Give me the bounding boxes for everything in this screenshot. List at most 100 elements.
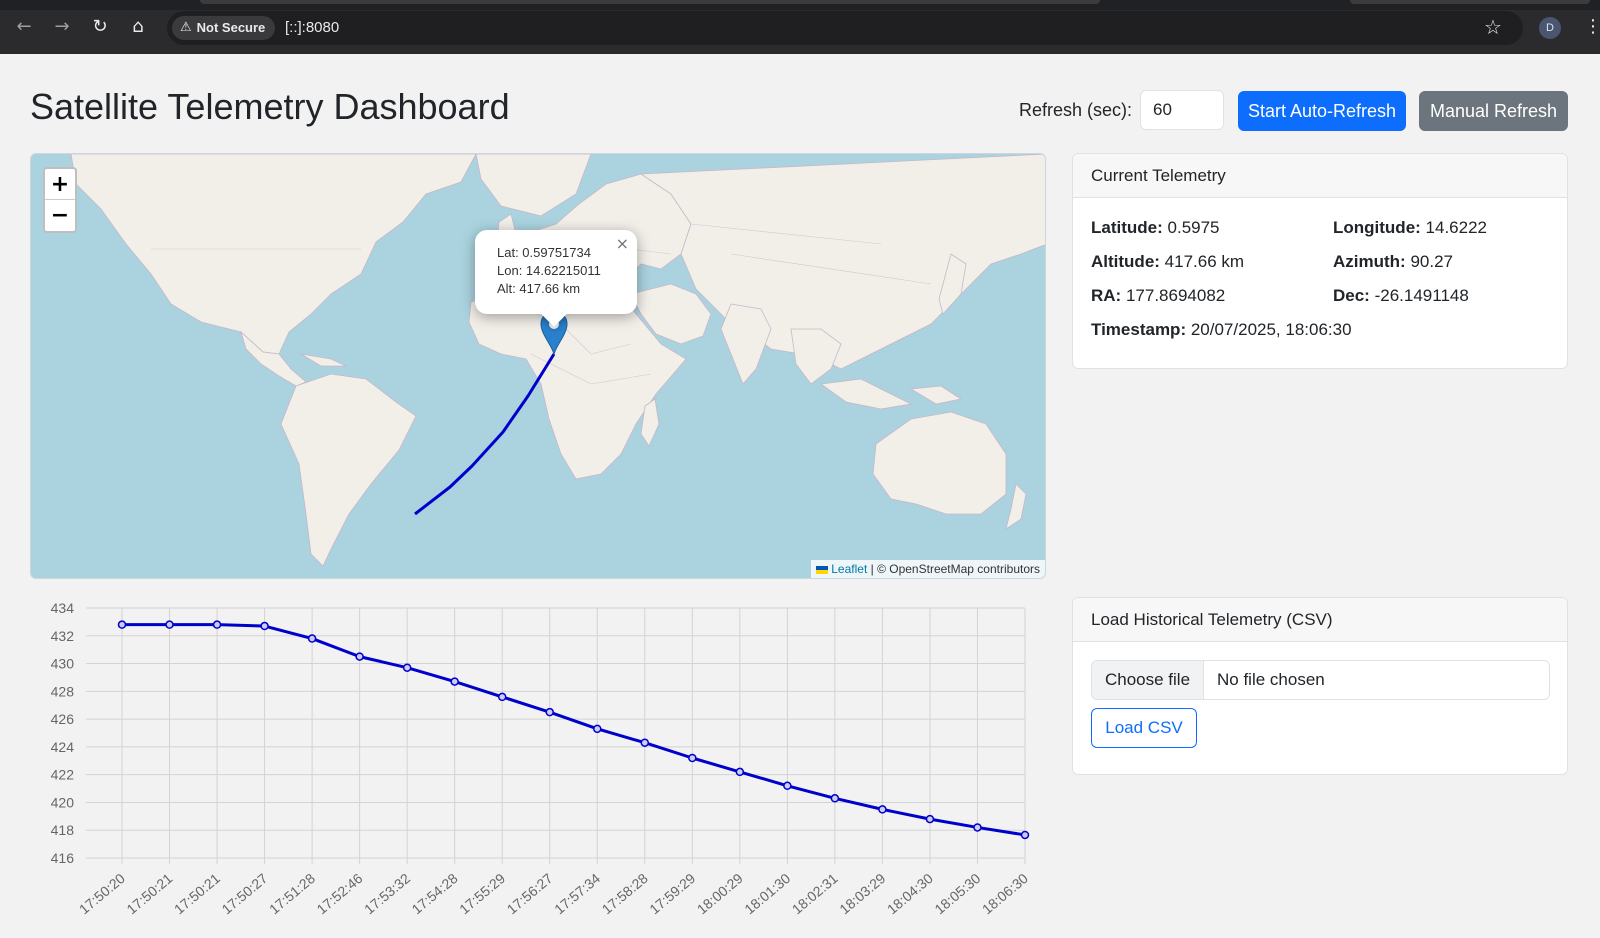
data-point <box>783 781 792 791</box>
choose-file-button[interactable]: Choose file <box>1092 661 1204 699</box>
x-tick-label: 18:04:30 <box>884 870 936 917</box>
data-point <box>830 794 840 803</box>
security-label: Not Secure <box>196 20 266 35</box>
azimuth-label: Azimuth: <box>1333 252 1406 271</box>
data-point <box>640 738 650 747</box>
dec-field: Dec: -26.1491148 <box>1333 286 1469 306</box>
satellite-map[interactable]: + − × Lat: 0.59751734 Lon: 14.62215011 A… <box>30 153 1046 579</box>
manual-refresh-button[interactable]: Manual Refresh <box>1419 91 1568 131</box>
x-tick-label: 17:59:29 <box>646 870 698 917</box>
x-tick-label: 17:55:29 <box>456 870 508 917</box>
data-point <box>165 620 174 629</box>
ra-field: RA: 177.8694082 <box>1091 286 1225 306</box>
latitude-label: Latitude: <box>1091 218 1163 237</box>
x-tick-label: 17:53:32 <box>361 870 413 917</box>
timestamp-value: 20/07/2025, 18:06:30 <box>1190 320 1352 339</box>
address-bar[interactable]: ⚠ Not Secure [::]:8080 ☆ <box>167 11 1523 45</box>
x-tick-label: 17:56:27 <box>504 870 556 917</box>
altitude-chart-svg: 434432430428426424422420418416 17:50:201… <box>51 600 1031 917</box>
data-point <box>878 805 887 814</box>
data-point <box>545 707 554 717</box>
refresh-interval-input[interactable] <box>1140 90 1224 130</box>
x-tick-label: 18:03:29 <box>836 870 888 917</box>
data-point <box>212 620 222 629</box>
map-attribution: Leaflet | © OpenStreetMap contributors <box>811 560 1045 578</box>
timestamp-label: Timestamp: <box>1091 320 1187 339</box>
leaflet-link[interactable]: Leaflet <box>831 562 867 576</box>
x-tick-label: 17:52:46 <box>314 870 366 917</box>
longitude-field: Longitude: 14.6222 <box>1333 218 1487 238</box>
y-tick-label: 426 <box>51 711 75 727</box>
current-telemetry-card: Current Telemetry Latitude: 0.5975 Longi… <box>1072 153 1568 369</box>
x-tick-label: 17:50:21 <box>171 870 223 917</box>
refresh-label: Refresh (sec): <box>1019 100 1133 120</box>
zoom-control: + − <box>43 167 77 233</box>
x-tick-label: 18:00:29 <box>694 870 746 917</box>
dec-label: Dec: <box>1333 286 1370 305</box>
dec-value: -26.1491148 <box>1374 286 1469 305</box>
zoom-in-button[interactable]: + <box>45 169 75 200</box>
browser-toolbar: ← → ↻ ⌂ ⚠ Not Secure [::]:8080 ☆ D ⋮ <box>0 0 1600 54</box>
warning-icon: ⚠ <box>180 20 192 35</box>
load-csv-button[interactable]: Load CSV <box>1091 708 1197 748</box>
y-tick-label: 432 <box>51 628 75 644</box>
latitude-field: Latitude: 0.5975 <box>1091 218 1220 238</box>
kebab-menu-icon[interactable]: ⋮ <box>1584 14 1600 40</box>
longitude-value: 14.6222 <box>1425 218 1487 237</box>
y-tick-label: 434 <box>51 600 75 616</box>
page-title: Satellite Telemetry Dashboard <box>30 86 510 127</box>
attribution-text: | © OpenStreetMap contributors <box>870 562 1040 576</box>
y-tick-label: 424 <box>51 739 75 755</box>
x-tick-label: 18:01:30 <box>741 870 793 917</box>
url-text[interactable]: [::]:8080 <box>285 19 339 36</box>
home-icon[interactable]: ⌂ <box>126 15 150 39</box>
data-point <box>355 652 364 661</box>
current-telemetry-title: Current Telemetry <box>1073 154 1567 198</box>
data-point <box>260 621 269 631</box>
timestamp-field: Timestamp: 20/07/2025, 18:06:30 <box>1091 320 1352 340</box>
ukraine-flag-icon <box>816 565 829 574</box>
ground-track-line <box>414 353 556 516</box>
x-tick-label: 17:50:27 <box>218 870 270 917</box>
ra-label: RA: <box>1091 286 1122 305</box>
azimuth-field: Azimuth: 90.27 <box>1333 252 1453 272</box>
data-point <box>735 767 745 777</box>
data-point <box>450 677 459 686</box>
y-tick-label: 422 <box>51 767 75 783</box>
altitude-field: Altitude: 417.66 km <box>1091 252 1244 272</box>
data-point <box>307 634 317 643</box>
x-tick-label: 17:50:20 <box>76 870 128 917</box>
altitude-chart: 434 432 430 428 426 424 422 420 418 416 17:50:20 1… <box>30 598 1050 934</box>
marker-popup: × Lat: 0.59751734 Lon: 14.62215011 Alt: … <box>475 230 637 327</box>
popup-lon: Lon: 14.62215011 <box>497 263 601 278</box>
popup-alt: Alt: 417.66 km <box>497 281 581 296</box>
ra-value: 177.8694082 <box>1125 286 1226 305</box>
forward-icon[interactable]: → <box>50 15 74 39</box>
security-chip[interactable]: ⚠ Not Secure <box>172 16 276 40</box>
y-tick-label: 416 <box>51 850 75 866</box>
x-tick-label: 17:50:21 <box>123 870 175 917</box>
star-icon[interactable]: ☆ <box>1484 14 1502 40</box>
reload-icon[interactable]: ↻ <box>88 15 112 39</box>
x-tick-label: 17:57:34 <box>551 870 603 917</box>
back-icon[interactable]: ← <box>12 15 36 39</box>
historical-telemetry-title: Load Historical Telemetry (CSV) <box>1073 598 1567 642</box>
csv-file-input[interactable]: Choose file No file chosen <box>1091 660 1550 700</box>
data-point <box>593 724 602 734</box>
x-tick-label: 17:58:28 <box>599 870 651 917</box>
y-tick-label: 428 <box>51 683 75 699</box>
data-point <box>402 663 412 672</box>
altitude-label: Altitude: <box>1091 252 1160 271</box>
zoom-out-button[interactable]: − <box>45 200 75 231</box>
x-tick-label: 18:06:30 <box>979 870 1031 917</box>
x-tick-label: 17:51:28 <box>266 870 318 917</box>
historical-telemetry-card: Load Historical Telemetry (CSV) Choose f… <box>1072 597 1568 775</box>
azimuth-value: 90.27 <box>1410 252 1453 271</box>
data-point <box>1020 830 1030 840</box>
popup-lat: Lat: 0.59751734 <box>497 245 591 260</box>
chart-plot-area <box>92 608 1025 858</box>
profile-avatar[interactable]: D <box>1539 17 1561 39</box>
x-tick-label: 17:54:28 <box>409 870 461 917</box>
start-auto-refresh-button[interactable]: Start Auto-Refresh <box>1238 91 1406 131</box>
data-point <box>497 692 507 702</box>
